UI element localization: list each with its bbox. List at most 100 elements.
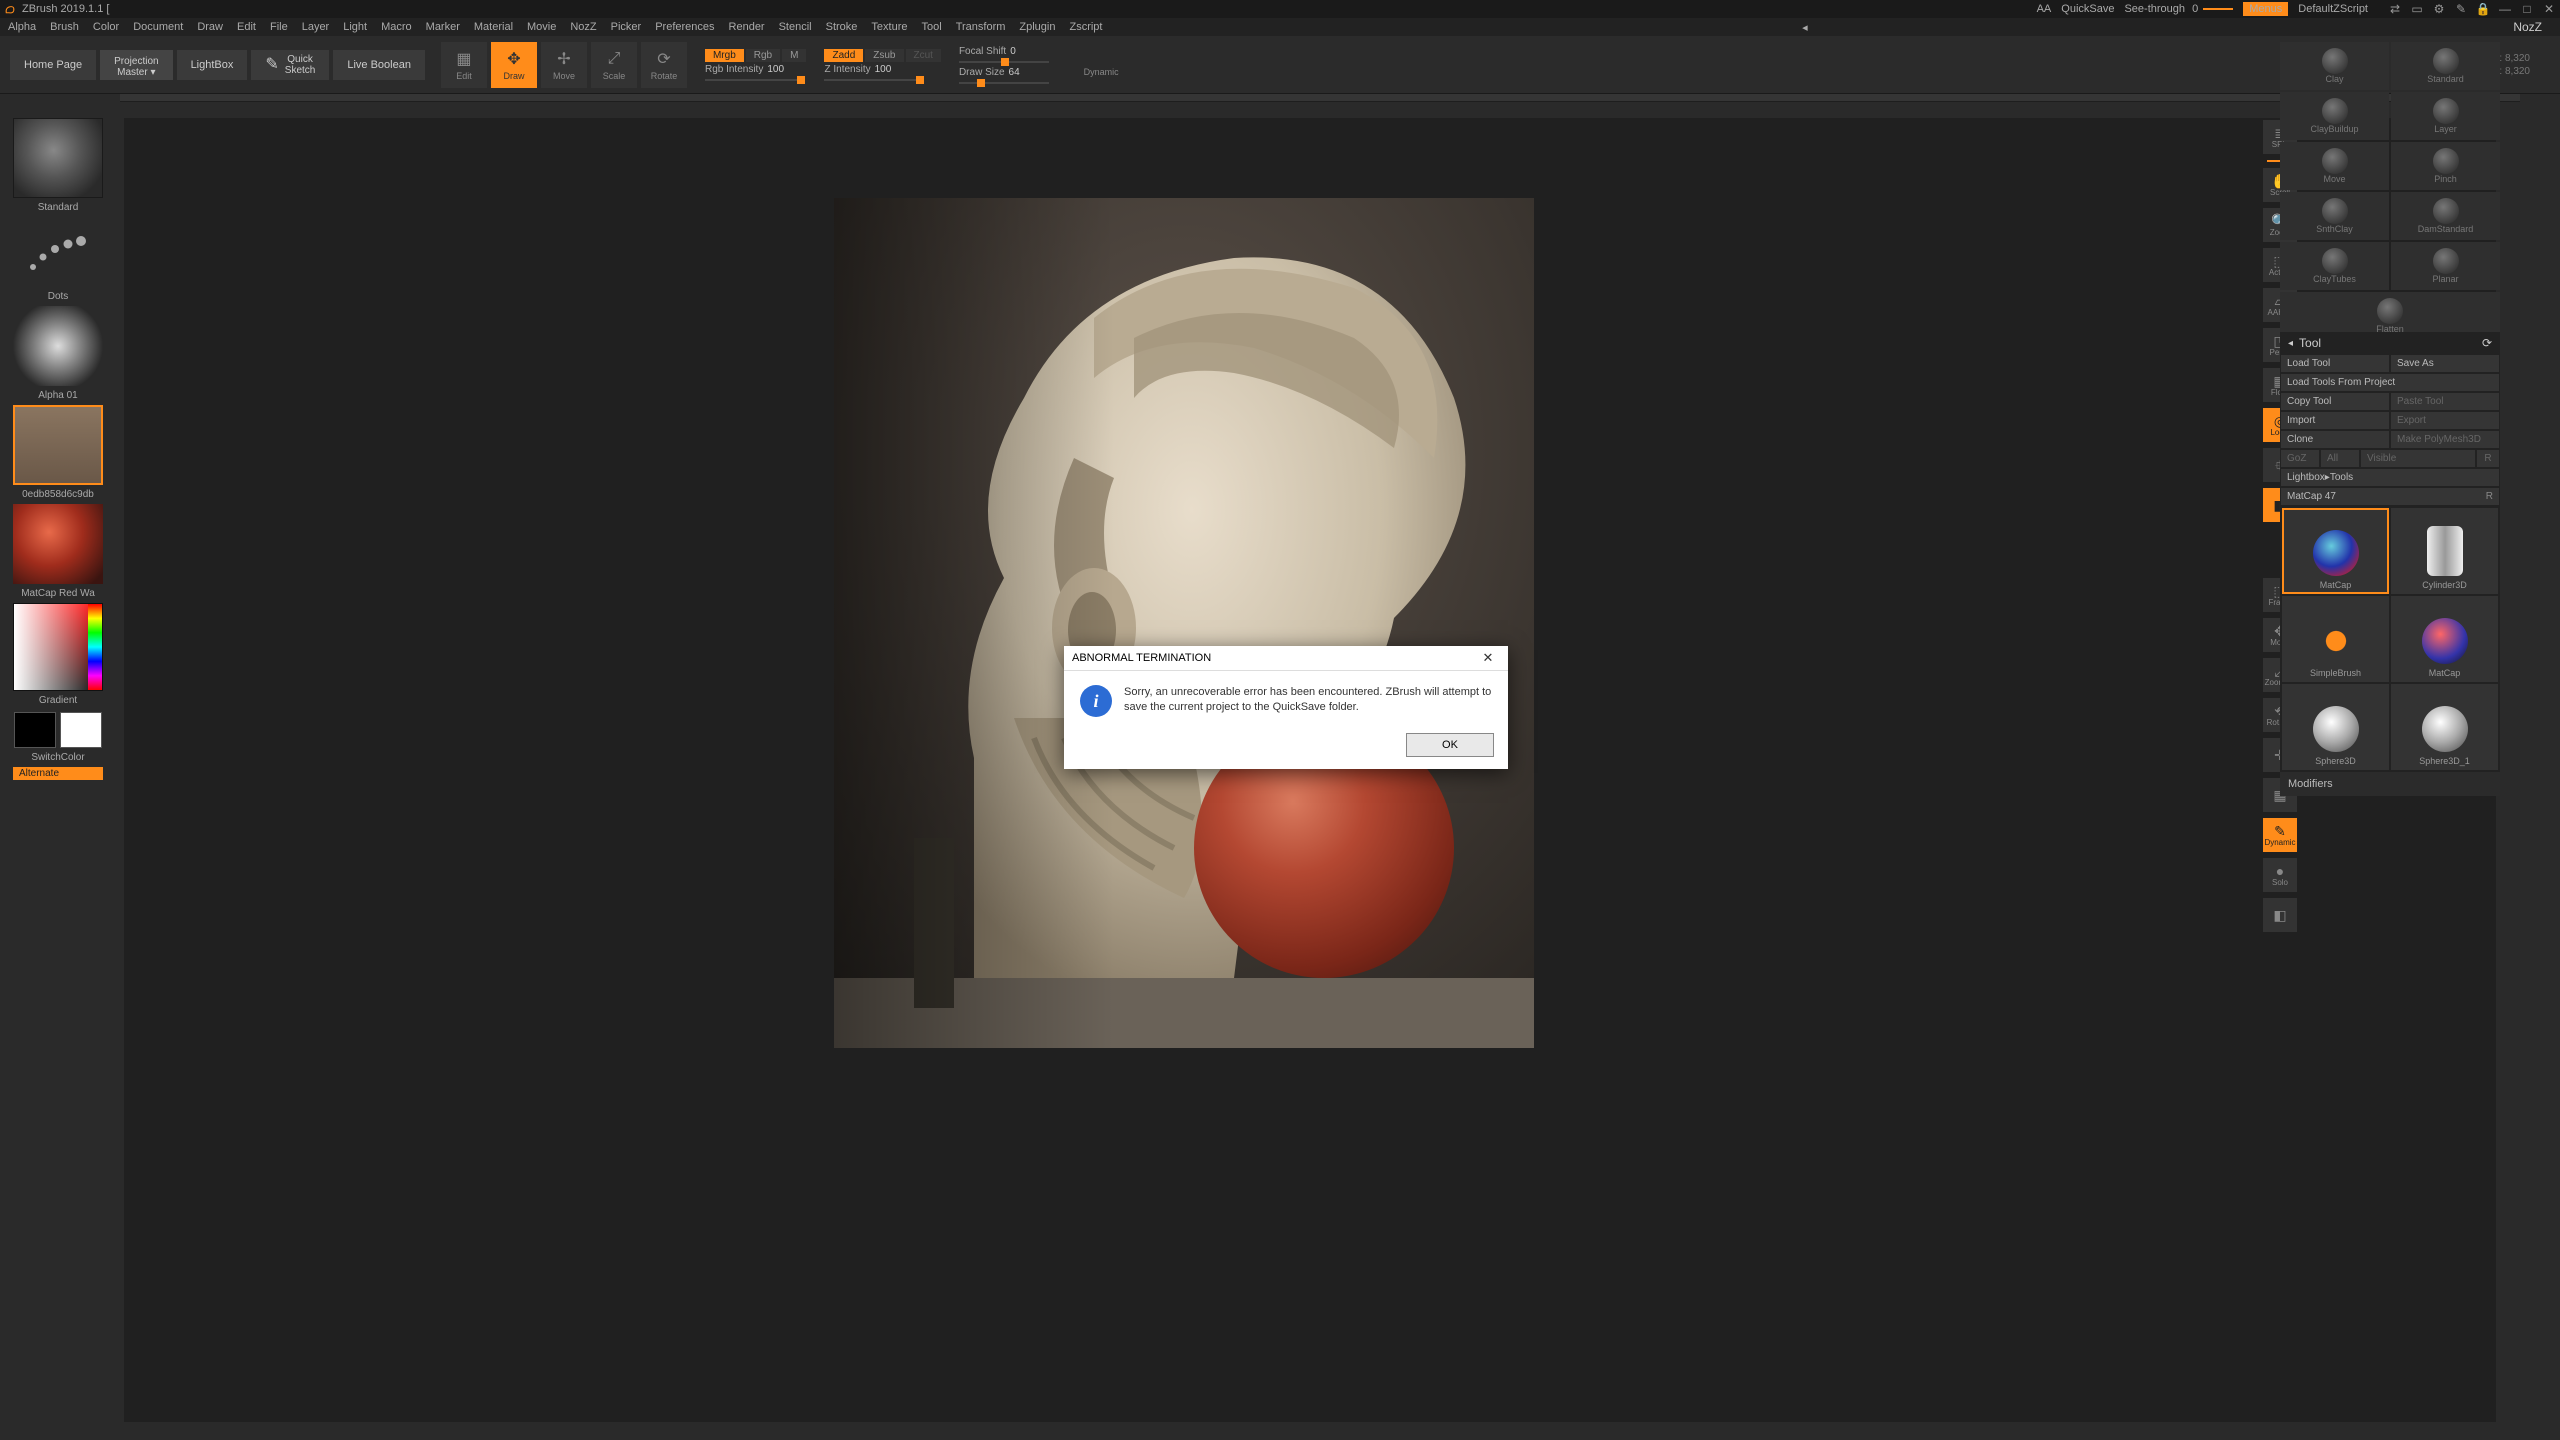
screen-icon[interactable]: ▭	[2410, 2, 2424, 16]
load-from-project-button[interactable]: Load Tools From Project	[2280, 373, 2500, 392]
menu-render[interactable]: Render	[729, 21, 765, 33]
menu-draw[interactable]: Draw	[197, 21, 223, 33]
alternate-button[interactable]: Alternate	[13, 767, 103, 780]
tool-cylinder3d[interactable]: Cylinder3D	[2391, 508, 2498, 594]
save-as-button[interactable]: Save As	[2390, 354, 2500, 373]
canvas[interactable]	[124, 118, 2496, 1422]
collapse-icon[interactable]: ◂	[1802, 21, 1808, 34]
menu-picker[interactable]: Picker	[611, 21, 642, 33]
brush-thumb[interactable]	[13, 118, 103, 198]
brush-layer[interactable]: Layer	[2391, 92, 2500, 140]
brush-standard[interactable]: Standard	[2391, 42, 2500, 90]
menu-edit[interactable]: Edit	[237, 21, 256, 33]
projection-master-tab[interactable]: Projection Master ▾	[100, 50, 172, 80]
z-intensity-slider[interactable]	[824, 79, 924, 81]
menu-zplugin[interactable]: Zplugin	[1019, 21, 1055, 33]
menu-document[interactable]: Document	[133, 21, 183, 33]
tool-matcap2[interactable]: MatCap	[2391, 596, 2498, 682]
make-polymesh-button[interactable]: Make PolyMesh3D	[2390, 430, 2500, 449]
menu-transform[interactable]: Transform	[956, 21, 1006, 33]
quicksave-button[interactable]: QuickSave	[2061, 3, 2114, 15]
menu-tool[interactable]: Tool	[922, 21, 942, 33]
brush-snthclay[interactable]: SnthClay	[2280, 192, 2389, 240]
lightbox-tab[interactable]: LightBox	[177, 50, 248, 80]
menu-preferences[interactable]: Preferences	[655, 21, 714, 33]
tool-sphere3d-1[interactable]: Sphere3D_1	[2391, 684, 2498, 770]
move-button[interactable]: ✢Move	[541, 42, 587, 88]
menu-right-label[interactable]: NozZ	[2513, 20, 2552, 34]
export-button[interactable]: Export	[2390, 411, 2500, 430]
menu-marker[interactable]: Marker	[426, 21, 460, 33]
minimize-icon[interactable]: —	[2498, 2, 2512, 16]
menu-light[interactable]: Light	[343, 21, 367, 33]
menu-color[interactable]: Color	[93, 21, 119, 33]
paste-tool-button[interactable]: Paste Tool	[2390, 392, 2500, 411]
brush-planar[interactable]: Planar	[2391, 242, 2500, 290]
switchcolor-label[interactable]: SwitchColor	[31, 752, 84, 763]
import-button[interactable]: Import	[2280, 411, 2390, 430]
menu-stroke[interactable]: Stroke	[826, 21, 858, 33]
mrgb-chip[interactable]: Mrgb	[705, 49, 744, 62]
menu-file[interactable]: File	[270, 21, 288, 33]
goz-button[interactable]: GoZ	[2280, 449, 2320, 468]
menu-zscript[interactable]: Zscript	[1069, 21, 1102, 33]
gradient-label[interactable]: Gradient	[39, 695, 77, 706]
menu-movie[interactable]: Movie	[527, 21, 556, 33]
clone-button[interactable]: Clone	[2280, 430, 2390, 449]
menu-stencil[interactable]: Stencil	[779, 21, 812, 33]
zadd-chip[interactable]: Zadd	[824, 49, 863, 62]
quick-sketch-tab[interactable]: ✎ Quick Sketch	[251, 50, 329, 80]
rgb-intensity-slider[interactable]	[705, 79, 805, 81]
default-zscript[interactable]: DefaultZScript	[2298, 3, 2368, 15]
brush-claybuildup[interactable]: ClayBuildup	[2280, 92, 2389, 140]
brush-pinch[interactable]: Pinch	[2391, 142, 2500, 190]
swatch-black[interactable]	[14, 712, 56, 748]
m-chip[interactable]: M	[782, 49, 806, 62]
tool-sphere3d[interactable]: Sphere3D	[2282, 684, 2389, 770]
dialog-close-icon[interactable]: ✕	[1476, 650, 1500, 666]
maximize-icon[interactable]: □	[2520, 2, 2534, 16]
brush-claytubes[interactable]: ClayTubes	[2280, 242, 2389, 290]
load-tool-button[interactable]: Load Tool	[2280, 354, 2390, 373]
menu-alpha[interactable]: Alpha	[8, 21, 36, 33]
lightbox-tools-button[interactable]: Lightbox▸Tools	[2280, 468, 2500, 487]
menus-toggle[interactable]: Menus	[2243, 2, 2288, 16]
goz-visible-button[interactable]: Visible	[2360, 449, 2476, 468]
gear-icon[interactable]: ⚙	[2432, 2, 2446, 16]
color-picker[interactable]	[13, 603, 103, 691]
tool-panel-header[interactable]: ◂Tool⟳	[2280, 332, 2500, 354]
texture-thumb[interactable]	[13, 405, 103, 485]
matcap-slider[interactable]: MatCap 47R	[2280, 487, 2500, 506]
tool-simplebrush[interactable]: SimpleBrush	[2282, 596, 2389, 682]
menu-brush[interactable]: Brush	[50, 21, 79, 33]
tool-matcap[interactable]: MatCap	[2282, 508, 2389, 594]
menu-macro[interactable]: Macro	[381, 21, 412, 33]
focal-shift-slider[interactable]	[959, 61, 1049, 63]
stroke-thumb[interactable]	[13, 217, 103, 287]
zcut-chip[interactable]: Zcut	[906, 49, 941, 62]
arrows-icon[interactable]: ⇄	[2388, 2, 2402, 16]
modifiers-section[interactable]: Modifiers	[2280, 772, 2500, 796]
copy-tool-button[interactable]: Copy Tool	[2280, 392, 2390, 411]
brush-clay[interactable]: Clay	[2280, 42, 2389, 90]
rotate-button[interactable]: ⟳Rotate	[641, 42, 687, 88]
dialog-ok-button[interactable]: OK	[1406, 733, 1494, 757]
alpha-thumb[interactable]	[13, 306, 103, 386]
menu-nozz[interactable]: NozZ	[570, 21, 596, 33]
close-icon[interactable]: ✕	[2542, 2, 2556, 16]
rail-transp[interactable]: ◧	[2263, 898, 2297, 932]
rail-dynamic[interactable]: ✎Dynamic	[2263, 818, 2297, 852]
menu-layer[interactable]: Layer	[302, 21, 330, 33]
goz-all-button[interactable]: All	[2320, 449, 2360, 468]
brush-damstandard[interactable]: DamStandard	[2391, 192, 2500, 240]
scale-button[interactable]: ⤢Scale	[591, 42, 637, 88]
note-icon[interactable]: ✎	[2454, 2, 2468, 16]
menu-texture[interactable]: Texture	[871, 21, 907, 33]
refresh-icon[interactable]: ⟳	[2482, 336, 2492, 350]
live-boolean-tab[interactable]: Live Boolean	[333, 50, 425, 80]
home-page-tab[interactable]: Home Page	[10, 50, 96, 80]
dynamic-label[interactable]: Dynamic	[1084, 67, 1119, 77]
hue-strip[interactable]	[88, 604, 102, 690]
draw-button[interactable]: ✥Draw	[491, 42, 537, 88]
dialog-titlebar[interactable]: ABNORMAL TERMINATION ✕	[1064, 646, 1508, 671]
